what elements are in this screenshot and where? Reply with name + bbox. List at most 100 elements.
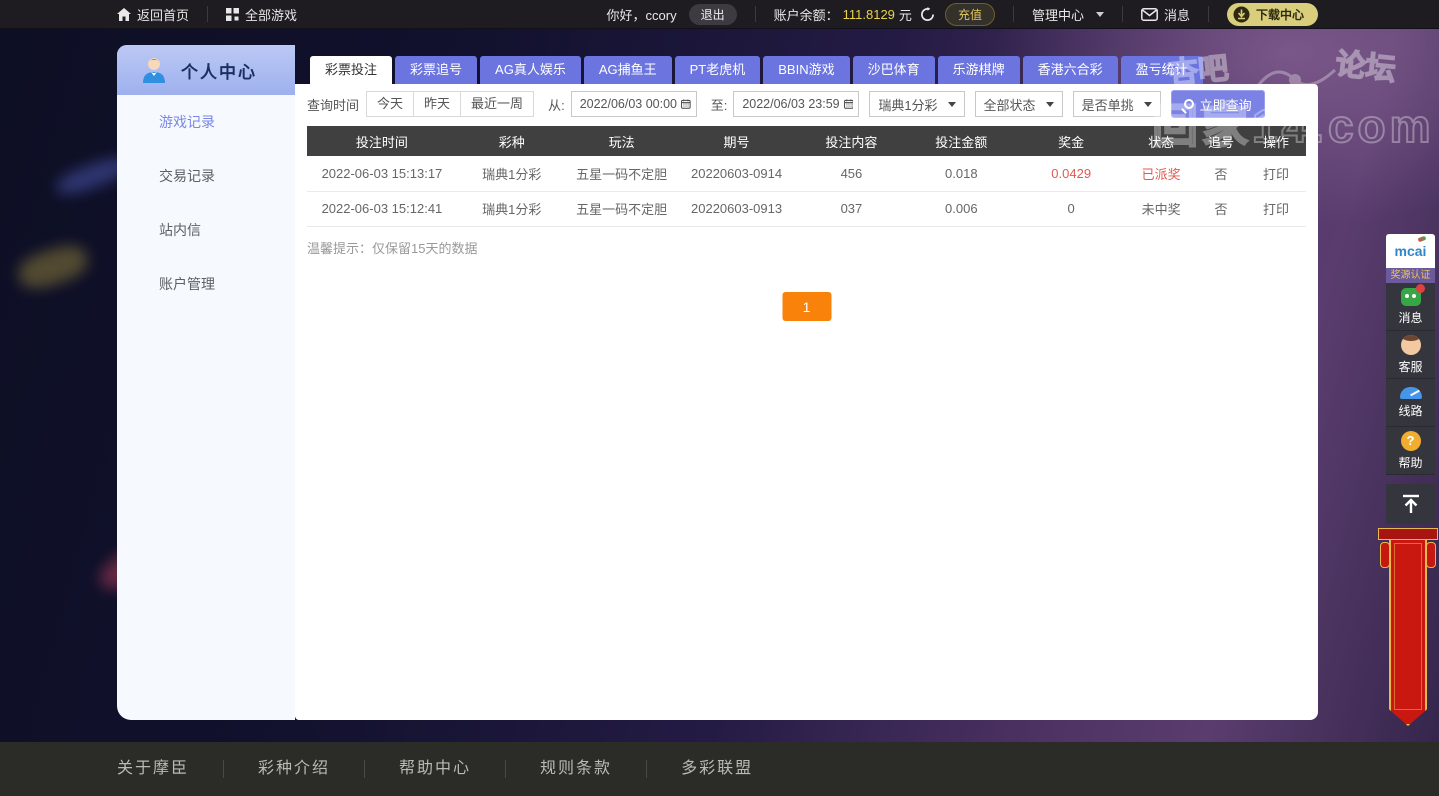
col-bet-amount: 投注金额 xyxy=(906,126,1016,156)
messages-link[interactable]: 消息 xyxy=(1141,5,1190,24)
grid-icon xyxy=(226,8,239,21)
status-value: 全部状态 xyxy=(984,95,1036,114)
quick-range-last-week[interactable]: 最近一周 xyxy=(460,91,534,117)
to-date-value: 2022/06/03 23:59 xyxy=(742,97,839,111)
tab-lottery-bets[interactable]: 彩票投注 xyxy=(310,56,392,84)
tab-saba-sports[interactable]: 沙巴体育 xyxy=(853,56,935,84)
float-cs-label: 客服 xyxy=(1398,358,1422,375)
banner-scroll xyxy=(1389,540,1427,726)
print-link[interactable]: 打印 xyxy=(1246,156,1306,191)
background-streak xyxy=(14,240,91,294)
home-link[interactable]: 返回首页 xyxy=(117,5,189,24)
chevron-down-icon xyxy=(1096,12,1104,17)
tab-ag-live[interactable]: AG真人娱乐 xyxy=(480,56,581,84)
cell-status: 未中奖 xyxy=(1126,191,1196,226)
cell-play-method: 五星一码不定胆 xyxy=(567,156,677,191)
home-icon xyxy=(117,8,131,21)
lantern-icon xyxy=(1426,542,1436,568)
refresh-icon[interactable] xyxy=(920,7,935,22)
table-header-row: 投注时间 彩种 玩法 期号 投注内容 投注金额 奖金 状态 追号 操作 xyxy=(307,126,1306,156)
footer-link-about[interactable]: 关于摩臣 xyxy=(117,760,224,778)
cell-bet-content: 456 xyxy=(796,156,906,191)
home-label: 返回首页 xyxy=(137,5,189,24)
from-date-value: 2022/06/03 00:00 xyxy=(580,97,677,111)
sidebar-item-account-management[interactable]: 账户管理 xyxy=(117,257,295,311)
page-1-button[interactable]: 1 xyxy=(782,292,831,321)
retention-tip: 温馨提示：仅保留15天的数据 xyxy=(307,238,477,257)
back-to-top-button[interactable] xyxy=(1386,484,1435,524)
calendar-icon[interactable] xyxy=(681,97,691,111)
footer-link-rules[interactable]: 规则条款 xyxy=(506,760,647,778)
lottery-type-select[interactable]: 瑞典1分彩 xyxy=(869,91,964,117)
logo-text: mcai xyxy=(1395,243,1427,259)
recharge-button[interactable]: 充值 xyxy=(945,3,995,26)
cell-issue-number: 20220603-0914 xyxy=(677,156,797,191)
page-root: 返回首页 全部游戏 你好，ccory 退出 账户余额： 111.8129 元 充… xyxy=(0,0,1439,796)
admin-center-menu[interactable]: 管理中心 xyxy=(1032,5,1104,24)
query-time-label: 查询时间 xyxy=(307,95,359,114)
tab-bbin-games[interactable]: BBIN游戏 xyxy=(763,56,849,84)
float-message-label: 消息 xyxy=(1398,309,1422,326)
all-games-label: 全部游戏 xyxy=(245,5,297,24)
cell-bet-time: 2022-06-03 15:13:17 xyxy=(307,156,457,191)
user-greeting: 你好，ccory xyxy=(607,5,677,24)
chevron-down-icon xyxy=(948,102,956,107)
logout-button[interactable]: 退出 xyxy=(689,4,737,25)
cell-prize: 0.0429 xyxy=(1016,156,1126,191)
download-center-button[interactable]: 下载中心 xyxy=(1227,3,1318,26)
cell-bet-amount: 0.018 xyxy=(906,156,1016,191)
tab-profit-stats[interactable]: 盈亏统计 xyxy=(1121,56,1203,84)
from-label: 从: xyxy=(548,95,565,114)
customer-service-icon xyxy=(1401,335,1421,355)
footer-link-lottery-intro[interactable]: 彩种介绍 xyxy=(224,760,365,778)
print-link[interactable]: 打印 xyxy=(1246,191,1306,226)
float-customer-service-button[interactable]: 客服 xyxy=(1386,331,1435,379)
messages-label: 消息 xyxy=(1164,5,1190,24)
single-pick-select[interactable]: 是否单挑 xyxy=(1073,91,1161,117)
sidebar-item-site-mail[interactable]: 站内信 xyxy=(117,203,295,257)
footer-link-help-center[interactable]: 帮助中心 xyxy=(365,760,506,778)
chevron-down-icon xyxy=(1144,102,1152,107)
col-status: 状态 xyxy=(1126,126,1196,156)
single-pick-value: 是否单挑 xyxy=(1082,95,1134,114)
status-select[interactable]: 全部状态 xyxy=(975,91,1063,117)
float-message-button[interactable]: 消息 xyxy=(1386,283,1435,331)
cell-issue-number: 20220603-0913 xyxy=(677,191,797,226)
tab-pt-slots[interactable]: PT老虎机 xyxy=(675,56,761,84)
col-bet-time: 投注时间 xyxy=(307,126,457,156)
footer-link-alliance[interactable]: 多彩联盟 xyxy=(647,760,787,778)
float-help-button[interactable]: ? 帮助 xyxy=(1386,427,1435,475)
cell-lottery-type: 瑞典1分彩 xyxy=(457,191,567,226)
decorative-banner xyxy=(1378,528,1438,728)
mcai-logo[interactable]: mcai xyxy=(1386,234,1435,268)
cell-chase: 否 xyxy=(1196,156,1246,191)
quick-range-today[interactable]: 今天 xyxy=(366,91,414,117)
balance-unit: 元 xyxy=(899,5,912,24)
all-games-link[interactable]: 全部游戏 xyxy=(226,5,297,24)
lantern-icon xyxy=(1380,542,1390,568)
query-button[interactable]: 立即查询 xyxy=(1171,90,1265,118)
calendar-icon[interactable] xyxy=(844,97,854,111)
tab-ag-fishing[interactable]: AG捕鱼王 xyxy=(584,56,672,84)
cell-status: 已派奖 xyxy=(1126,156,1196,191)
bet-records-table: 投注时间 彩种 玩法 期号 投注内容 投注金额 奖金 状态 追号 操作 2022… xyxy=(307,126,1306,227)
download-icon xyxy=(1233,6,1250,23)
float-line-button[interactable]: 线路 xyxy=(1386,379,1435,427)
avatar xyxy=(139,55,169,85)
tab-leyou-chess[interactable]: 乐游棋牌 xyxy=(938,56,1020,84)
cell-chase: 否 xyxy=(1196,191,1246,226)
col-chase: 追号 xyxy=(1196,126,1246,156)
sidebar-item-transaction-records[interactable]: 交易记录 xyxy=(117,149,295,203)
from-date-input[interactable]: 2022/06/03 00:00 xyxy=(571,91,697,117)
main-panel: 查询时间 今天 昨天 最近一周 从: 2022/06/03 00:00 至: 2… xyxy=(295,84,1318,720)
cell-bet-amount: 0.006 xyxy=(906,191,1016,226)
to-date-input[interactable]: 2022/06/03 23:59 xyxy=(733,91,859,117)
quick-range-yesterday[interactable]: 昨天 xyxy=(413,91,461,117)
prize-source-badge: 奖源认证 xyxy=(1386,268,1435,283)
tab-hk-lottery[interactable]: 香港六合彩 xyxy=(1023,56,1118,84)
float-line-label: 线路 xyxy=(1398,402,1422,419)
tab-lottery-chase[interactable]: 彩票追号 xyxy=(395,56,477,84)
table-row: 2022-06-03 15:13:17 瑞典1分彩 五星一码不定胆 202206… xyxy=(307,156,1306,191)
sidebar-item-game-records[interactable]: 游戏记录 xyxy=(117,95,295,149)
balance-value: 111.8129 xyxy=(843,7,895,22)
